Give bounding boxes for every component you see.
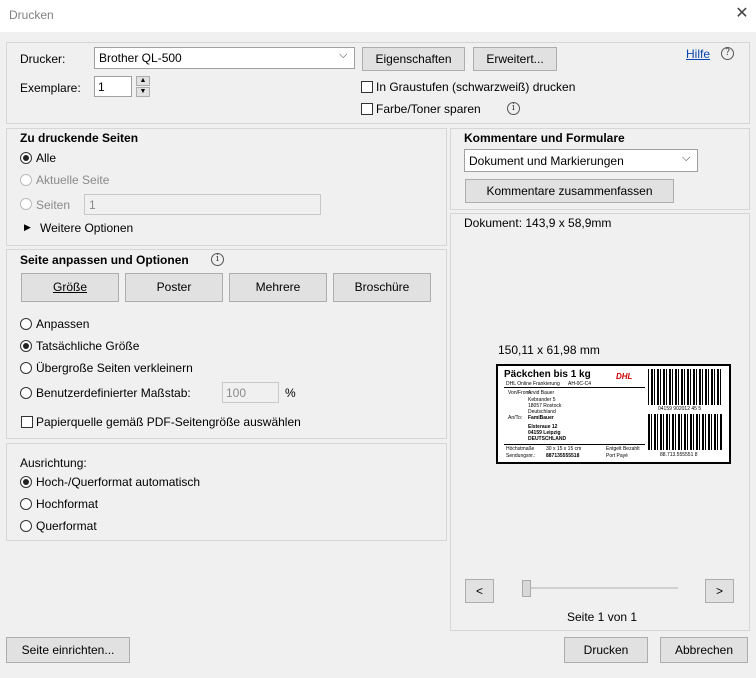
properties-button[interactable]: Eigenschaften: [362, 47, 465, 71]
label-divider: [504, 387, 645, 388]
chevron-down-icon: ⌵: [682, 152, 691, 164]
label-dims-value: 30 x 15 x 15 cm: [546, 446, 582, 452]
pages-current-label: Aktuelle Seite: [36, 173, 110, 187]
custom-scale-value: 100: [226, 386, 247, 400]
page-indicator: Seite 1 von 1: [567, 610, 638, 624]
actual-size-radio[interactable]: [20, 340, 32, 352]
fit-label: Anpassen: [36, 317, 90, 331]
paper-source-label: Papierquelle gemäß PDF-Seitengröße auswä…: [36, 415, 301, 429]
help-link[interactable]: Hilfe: [686, 47, 710, 61]
shrink-radio[interactable]: [20, 362, 32, 374]
pages-heading: Zu druckende Seiten: [20, 131, 139, 145]
barcode-top-text: 04159 902012 45 5: [658, 406, 702, 412]
tab-poster[interactable]: Poster: [125, 273, 223, 302]
comments-heading: Kommentare und Formulare: [464, 131, 625, 145]
label-from-name: Arvid Bauer: [528, 390, 555, 396]
orientation-landscape-radio[interactable]: [20, 520, 32, 532]
comments-select[interactable]: Dokument und Markierungen ⌵: [464, 149, 698, 172]
pages-all-label: Alle: [36, 151, 57, 165]
cancel-button[interactable]: Abbrechen: [660, 637, 748, 663]
orientation-landscape-label: Querformat: [36, 519, 97, 533]
label-to-country: DEUTSCHLAND: [528, 436, 567, 442]
label-to-name: FamiBauer: [528, 415, 554, 421]
copies-label: Exemplare:: [20, 81, 81, 95]
printer-select-value: Brother QL-500: [99, 51, 182, 65]
document-size-label: Dokument: 143,9 x 58,9mm: [464, 216, 612, 230]
orientation-heading: Ausrichtung:: [20, 456, 87, 470]
pages-range-input[interactable]: 1: [84, 194, 321, 215]
barcode-top: [648, 369, 722, 405]
actual-size-label: Tatsächliche Größe: [36, 339, 140, 353]
window-title: Drucken: [9, 8, 54, 22]
label-dims-label: Höchstmaße: [506, 446, 535, 452]
copies-input[interactable]: 1: [94, 76, 132, 97]
advanced-button[interactable]: Erweitert...: [473, 47, 557, 71]
page-setup-button[interactable]: Seite einrichten...: [6, 637, 130, 663]
tab-booklet[interactable]: Broschüre: [333, 273, 431, 302]
print-button[interactable]: Drucken: [564, 637, 648, 663]
custom-scale-label: Benutzerdefinierter Maßstab:: [36, 386, 191, 400]
tab-size[interactable]: Größe: [21, 273, 119, 302]
save-toner-label: Farbe/Toner sparen: [376, 102, 481, 116]
orientation-auto-radio[interactable]: [20, 476, 32, 488]
label-shipment-value: 887135555518: [546, 453, 580, 459]
grayscale-checkbox[interactable]: [361, 81, 373, 93]
page-slider-thumb[interactable]: [522, 580, 531, 597]
pages-range-value: 1: [89, 198, 96, 212]
printer-label: Drucker:: [20, 52, 66, 66]
help-question-icon[interactable]: ?: [721, 47, 734, 60]
custom-scale-input[interactable]: 100: [222, 382, 279, 403]
save-toner-checkbox[interactable]: [361, 103, 373, 115]
close-icon[interactable]: ✕: [732, 4, 752, 24]
sizing-heading: Seite anpassen und Optionen: [20, 253, 189, 267]
paper-source-checkbox[interactable]: [21, 416, 33, 428]
info-icon[interactable]: i: [507, 102, 520, 115]
orientation-auto-label: Hoch-/Querformat automatisch: [36, 475, 201, 489]
copies-down-arrow-icon[interactable]: ▼: [136, 87, 150, 97]
title-bar: [0, 0, 756, 32]
pages-all-radio[interactable]: [20, 152, 32, 164]
label-postage2: Port Payé: [606, 453, 628, 459]
label-title: Päckchen bis 1 kg: [504, 369, 591, 380]
pages-range-label: Seiten: [36, 198, 71, 212]
page-slider-track[interactable]: [522, 587, 678, 589]
label-divider: [504, 444, 645, 445]
tab-multiple[interactable]: Mehrere: [229, 273, 327, 302]
expand-arrow-icon[interactable]: ▶: [24, 222, 31, 233]
orientation-portrait-label: Hochformat: [36, 497, 99, 511]
next-page-button[interactable]: >: [705, 579, 734, 603]
pages-current-radio[interactable]: [20, 174, 32, 186]
printer-select[interactable]: Brother QL-500 ⌵: [94, 47, 355, 69]
comments-select-value: Dokument und Markierungen: [469, 154, 624, 168]
custom-scale-radio[interactable]: [20, 387, 32, 399]
label-to-label: An/To:: [508, 415, 523, 421]
barcode-bottom: [648, 414, 722, 450]
chevron-down-icon: ⌵: [339, 49, 348, 61]
percent-label: %: [285, 386, 296, 400]
dhl-logo: DHL: [616, 372, 633, 381]
copies-value: 1: [98, 80, 105, 94]
copies-up-arrow-icon[interactable]: ▲: [136, 76, 150, 86]
barcode-bottom-text: 88.713.555551 8: [660, 452, 698, 458]
summarize-comments-button[interactable]: Kommentare zusammenfassen: [465, 179, 674, 203]
fit-radio[interactable]: [20, 318, 32, 330]
pages-range-radio[interactable]: [20, 198, 32, 210]
shrink-label: Übergroße Seiten verkleinern: [36, 361, 193, 375]
label-preview: Päckchen bis 1 kg DHL DHL Online Frankie…: [496, 364, 731, 464]
more-options-link[interactable]: Weitere Optionen: [40, 221, 133, 235]
paper-size-label: 150,11 x 61,98 mm: [498, 343, 600, 357]
prev-page-button[interactable]: <: [465, 579, 494, 603]
sizing-info-icon[interactable]: i: [211, 253, 224, 266]
grayscale-label: In Graustufen (schwarzweiß) drucken: [376, 80, 576, 94]
label-postage: Entgelt Bezahlt: [606, 446, 640, 452]
label-shipment-label: Sendungsnr.:: [506, 453, 536, 459]
orientation-portrait-radio[interactable]: [20, 498, 32, 510]
